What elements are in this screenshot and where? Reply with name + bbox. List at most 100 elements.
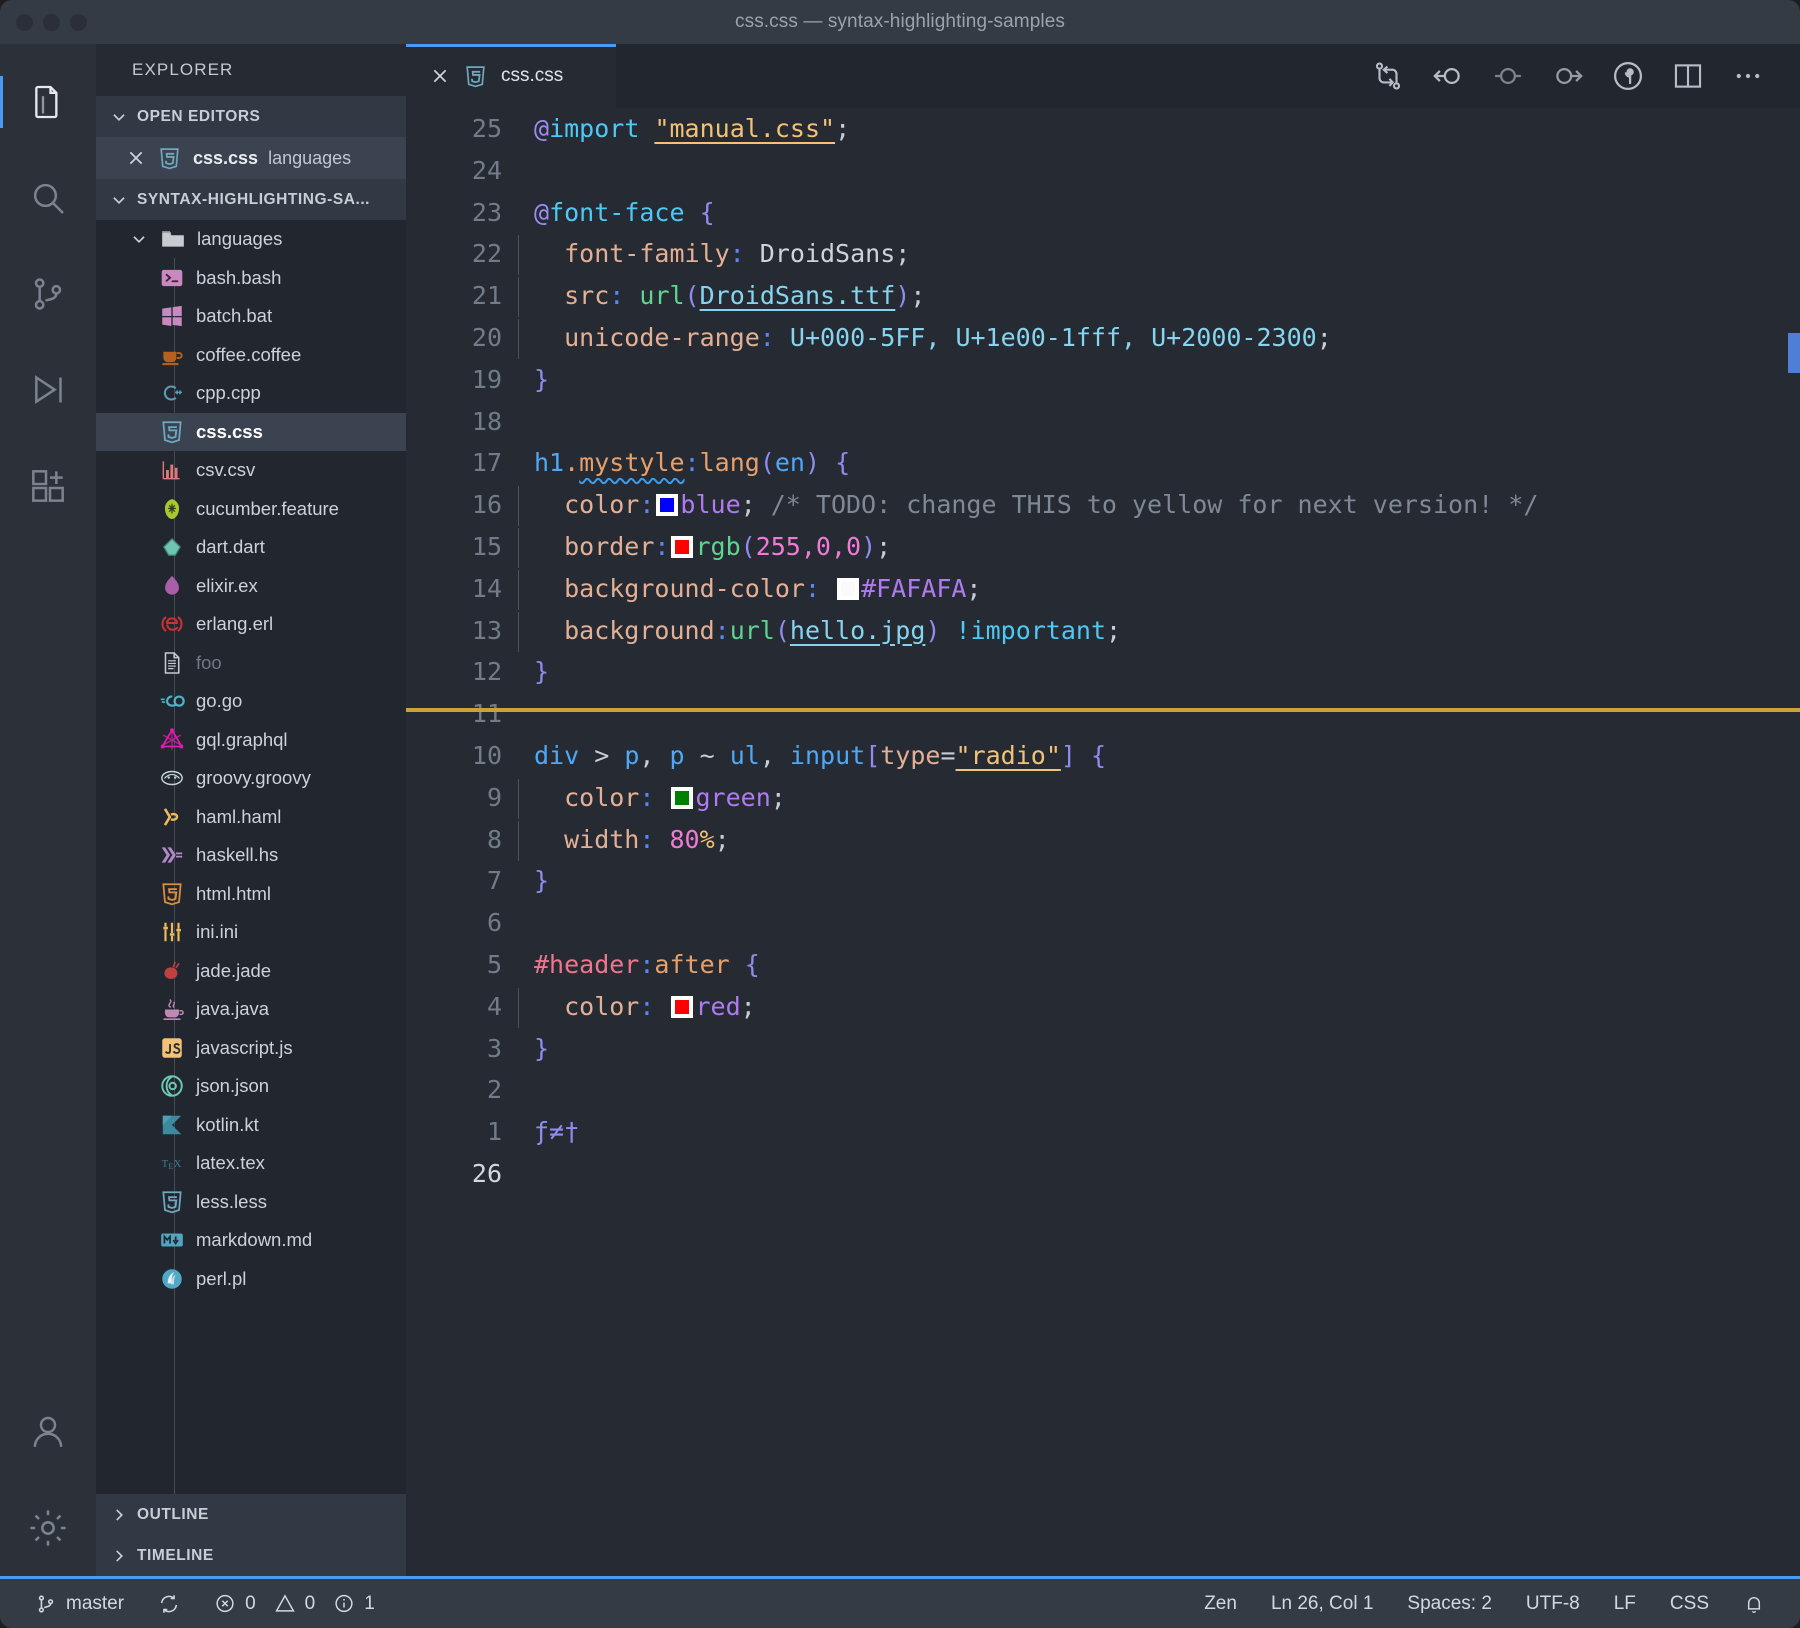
- status-sync[interactable]: [141, 1578, 197, 1628]
- tree-file-row[interactable]: coffee.coffee: [96, 336, 406, 375]
- code-line[interactable]: 26: [406, 1153, 1800, 1195]
- code-line[interactable]: 5 #header:after {: [406, 944, 1800, 986]
- circle-arrow-right-icon[interactable]: [1538, 44, 1598, 108]
- code-line[interactable]: 1 ƒ≠†: [406, 1111, 1800, 1153]
- section-workspace[interactable]: SYNTAX-HIGHLIGHTING-SA...: [96, 179, 406, 220]
- color-swatch[interactable]: [671, 535, 694, 558]
- code-line[interactable]: 14 background-color: #FAFAFA;: [406, 568, 1800, 610]
- tree-file-row[interactable]: go.go: [96, 682, 406, 721]
- minimize-window-button[interactable]: [43, 13, 60, 31]
- tab-css-css[interactable]: css.css: [406, 44, 616, 108]
- code-line[interactable]: 10 div > p, p ~ ul, input[type="radio"] {: [406, 735, 1800, 777]
- tree-file-row[interactable]: gql.graphql: [96, 721, 406, 760]
- code-line[interactable]: 7}: [406, 860, 1800, 902]
- code-line[interactable]: 19}: [406, 359, 1800, 401]
- code-line[interactable]: 6: [406, 902, 1800, 944]
- activity-item-source-control[interactable]: [0, 246, 96, 342]
- code-line[interactable]: 21 src: url(DroidSans.ttf);: [406, 275, 1800, 317]
- code-editor[interactable]: 25 @import "manual.css"; 24 23 @font-face {2…: [406, 108, 1800, 1576]
- color-swatch[interactable]: [671, 786, 694, 809]
- tree-file-row[interactable]: erlang.erl: [96, 605, 406, 644]
- activity-item-manage[interactable]: [0, 1480, 96, 1576]
- git-commit-circle-icon[interactable]: [1598, 44, 1658, 108]
- tree-file-row[interactable]: json.json: [96, 1067, 406, 1106]
- color-swatch[interactable]: [656, 494, 679, 517]
- tree-file-row[interactable]: elixir.ex: [96, 567, 406, 606]
- tree-file-row[interactable]: javascript.js: [96, 1029, 406, 1068]
- close-icon[interactable]: [430, 66, 450, 86]
- code-line[interactable]: 2: [406, 1069, 1800, 1111]
- code-line[interactable]: 16 color: blue; /* TODO: change THIS to y…: [406, 484, 1800, 526]
- open-editor-item-css[interactable]: css.css languages: [96, 137, 406, 179]
- code-line[interactable]: 25 @import "manual.css";: [406, 108, 1800, 150]
- tree-file-row[interactable]: perl.pl: [96, 1260, 406, 1299]
- tree-file-row[interactable]: haml.haml: [96, 798, 406, 837]
- tree-file-row[interactable]: java.java: [96, 990, 406, 1029]
- tree-file-row[interactable]: ini.ini: [96, 913, 406, 952]
- tree-file-row[interactable]: kotlin.kt: [96, 1106, 406, 1145]
- circle-dash-icon[interactable]: [1478, 44, 1538, 108]
- tree-file-row[interactable]: groovy.groovy: [96, 759, 406, 798]
- color-swatch[interactable]: [671, 995, 694, 1018]
- zoom-window-button[interactable]: [70, 13, 87, 31]
- status-bar: master 0 0 1 Zen Ln 26, Col 1 Spaces: 2 …: [0, 1576, 1800, 1628]
- activity-item-run-and-debug[interactable]: [0, 342, 96, 438]
- tree-file-row[interactable]: less.less: [96, 1183, 406, 1222]
- tree-file-row[interactable]: foo: [96, 644, 406, 683]
- code-line[interactable]: 11: [406, 693, 1800, 735]
- code-token: lang: [699, 448, 760, 478]
- tree-file-row[interactable]: dart.dart: [96, 528, 406, 567]
- status-problems[interactable]: 0 0 1: [197, 1578, 392, 1628]
- close-window-button[interactable]: [16, 13, 33, 31]
- code-line[interactable]: 18: [406, 401, 1800, 443]
- status-indentation[interactable]: Spaces: 2: [1390, 1578, 1509, 1628]
- code-line[interactable]: 9 color: green;: [406, 777, 1800, 819]
- status-language-mode[interactable]: CSS: [1653, 1578, 1726, 1628]
- tree-file-row[interactable]: html.html: [96, 875, 406, 914]
- status-notifications[interactable]: [1726, 1578, 1782, 1628]
- tree-file-row[interactable]: haskell.hs: [96, 836, 406, 875]
- tree-file-row[interactable]: csv.csv: [96, 451, 406, 490]
- status-encoding[interactable]: UTF-8: [1509, 1578, 1597, 1628]
- section-open-editors[interactable]: OPEN EDITORS: [96, 96, 406, 137]
- code-line[interactable]: 13 background:url(hello.jpg) !important;: [406, 610, 1800, 652]
- split-editor-icon[interactable]: [1658, 44, 1718, 108]
- code-line[interactable]: 24: [406, 150, 1800, 192]
- tree-file-row[interactable]: TEX latex.tex: [96, 1144, 406, 1183]
- activity-item-search[interactable]: [0, 150, 96, 246]
- activity-item-extensions[interactable]: [0, 438, 96, 534]
- code-line[interactable]: 12}: [406, 651, 1800, 693]
- tree-file-row[interactable]: cpp.cpp: [96, 374, 406, 413]
- tree-file-row[interactable]: markdown.md: [96, 1221, 406, 1260]
- ellipsis-icon[interactable]: [1718, 44, 1778, 108]
- color-swatch[interactable]: [837, 577, 860, 600]
- tree-file-row[interactable]: css.css: [96, 412, 406, 451]
- activity-item-accounts[interactable]: [0, 1384, 96, 1480]
- code-line[interactable]: 20 unicode-range: U+000-5FF, U+1e00-1fff…: [406, 317, 1800, 359]
- tree-item-label: ini.ini: [196, 921, 239, 943]
- code-line[interactable]: 15 border: rgb(255,0,0);: [406, 526, 1800, 568]
- code-line[interactable]: 22 font-family: DroidSans;: [406, 233, 1800, 276]
- activity-item-explorer[interactable]: [0, 54, 96, 150]
- code-line[interactable]: 4 color: red;: [406, 986, 1800, 1028]
- tree-file-row[interactable]: cucumber.feature: [96, 490, 406, 529]
- close-icon[interactable]: [126, 148, 146, 168]
- file-tree[interactable]: languages bash.bash batch.bat coffee.coffee…: [96, 220, 406, 1494]
- section-outline[interactable]: OUTLINE: [96, 1494, 406, 1535]
- code-line[interactable]: 23 @font-face {: [406, 192, 1800, 234]
- status-branch[interactable]: master: [18, 1578, 141, 1628]
- section-timeline[interactable]: TIMELINE: [96, 1535, 406, 1576]
- tree-file-row[interactable]: jade.jade: [96, 952, 406, 991]
- code-line[interactable]: 3}: [406, 1028, 1800, 1070]
- compare-changes-icon[interactable]: [1358, 44, 1418, 108]
- tree-folder-row[interactable]: languages: [96, 220, 406, 259]
- status-zen-mode[interactable]: Zen: [1187, 1578, 1254, 1628]
- code-line[interactable]: 17 h1.mystyle:lang(en) {: [406, 442, 1800, 484]
- tree-file-row[interactable]: batch.bat: [96, 297, 406, 336]
- status-eol[interactable]: LF: [1597, 1578, 1653, 1628]
- status-cursor-position[interactable]: Ln 26, Col 1: [1254, 1578, 1390, 1628]
- code-line[interactable]: 8 width: 80%;: [406, 819, 1800, 861]
- arrow-circle-left-icon[interactable]: [1418, 44, 1478, 108]
- tree-file-row[interactable]: bash.bash: [96, 259, 406, 298]
